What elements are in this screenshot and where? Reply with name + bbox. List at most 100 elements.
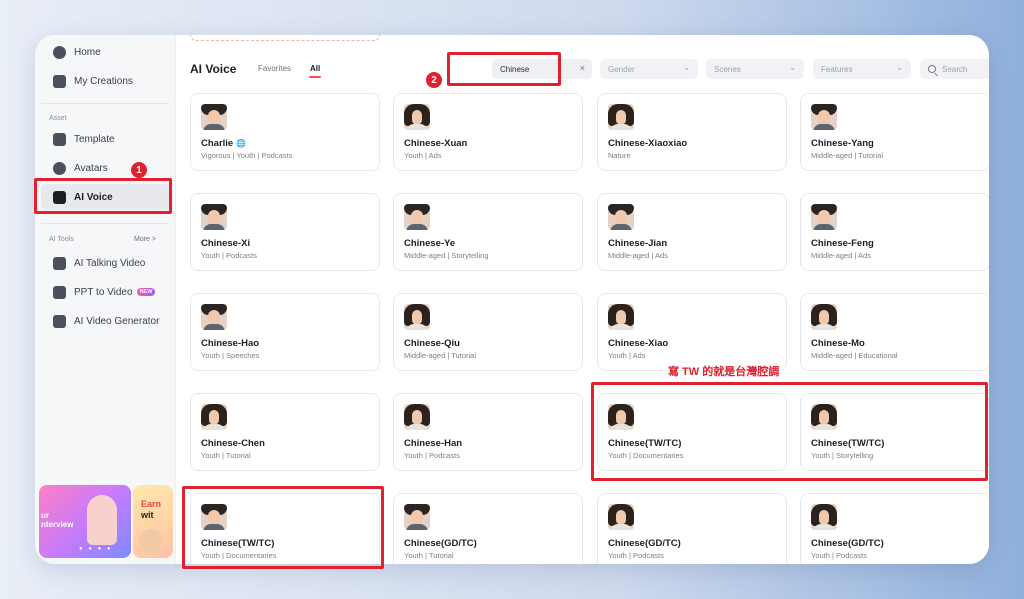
sidebar-item-label: Template <box>74 133 115 145</box>
avatar-face <box>208 310 220 325</box>
voice-name: Chinese-Feng <box>811 238 874 249</box>
voice-card[interactable]: Chinese-Hao Youth | Speeches <box>190 293 380 371</box>
search-icon <box>928 65 936 73</box>
voice-card[interactable]: Chinese-Xi Youth | Podcasts <box>190 193 380 271</box>
voice-avatar <box>404 104 430 130</box>
voice-tags: Youth | Podcasts <box>811 551 867 560</box>
voice-tags: Youth | Podcasts <box>201 251 257 260</box>
annotation-note: 寫 TW 的就是台灣腔調 <box>668 366 780 378</box>
avatar-face <box>818 110 830 125</box>
voice-name-text: Chinese-Qiu <box>404 338 460 349</box>
avatar-shirt <box>406 524 428 530</box>
voice-name: Chinese-Ye <box>404 238 455 249</box>
promo-banner[interactable]: ur nterview ● ● ● ● <box>39 485 131 558</box>
gender-select[interactable]: Gender ⌄ <box>600 59 698 79</box>
avatar-shirt <box>813 124 835 130</box>
sidebar-item-home[interactable]: Home <box>41 39 170 65</box>
features-placeholder: Features <box>821 64 853 74</box>
avatar-face <box>819 510 829 525</box>
tab-favorites[interactable]: Favorites <box>258 64 291 73</box>
avatar-face <box>208 110 220 125</box>
close-icon[interactable]: × <box>580 63 585 73</box>
voice-card[interactable]: Chinese-Yang Middle-aged | Tutorial <box>800 93 989 171</box>
avatar-face <box>616 510 626 525</box>
voice-avatar <box>404 404 430 430</box>
voice-name: Chinese-Hao <box>201 338 259 349</box>
voice-card[interactable]: Chinese-Feng Middle-aged | Ads <box>800 193 989 271</box>
tab-all[interactable]: All <box>310 64 320 73</box>
carousel-dots[interactable]: ● ● ● ● <box>79 546 113 552</box>
talking-video-icon <box>53 256 66 270</box>
section-label-ai-tools: AI Tools <box>49 236 74 243</box>
avatar-shirt <box>610 324 632 330</box>
voice-name-text: Chinese-Xuan <box>404 138 468 149</box>
voice-card[interactable]: Chinese-Han Youth | Podcasts <box>393 393 583 471</box>
voice-card[interactable]: Chinese-Jian Middle-aged | Ads <box>597 193 787 271</box>
voice-tags: Youth | Tutorial <box>201 451 251 460</box>
voice-card[interactable]: Chinese(GD/TC) Youth | Podcasts <box>800 493 989 564</box>
voice-tags: Youth | Podcasts <box>608 551 664 560</box>
avatar-icon <box>53 161 66 175</box>
voice-tags: Vigorous | Youth | Podcasts <box>201 151 293 160</box>
gender-placeholder: Gender <box>608 64 635 74</box>
search-input[interactable]: Search <box>920 59 989 79</box>
voice-name: Chinese(GD/TC) <box>404 538 477 549</box>
voice-card[interactable]: Chinese-Qiu Middle-aged | Tutorial <box>393 293 583 371</box>
voice-card[interactable]: Charlie 🌐 Vigorous | Youth | Podcasts <box>190 93 380 171</box>
home-icon <box>53 45 66 59</box>
avatar-shirt <box>406 224 428 230</box>
voice-name-text: Chinese-Chen <box>201 438 265 449</box>
avatar-face <box>209 410 219 425</box>
avatar-face <box>412 410 422 425</box>
voice-name: Charlie 🌐 <box>201 138 246 149</box>
voice-name: Chinese(GD/TC) <box>811 538 884 549</box>
sidebar-item-ppt-to-video[interactable]: PPT to Video NEW <box>41 279 170 305</box>
app-window: Home My Creations Asset Template Avatars… <box>35 35 989 564</box>
voice-name: Chinese-Chen <box>201 438 265 449</box>
step-badge-1: 1 <box>131 162 147 178</box>
voice-name: Chinese-Xi <box>201 238 250 249</box>
sidebar-item-label: My Creations <box>74 75 133 87</box>
voice-name-text: Chinese-Han <box>404 438 463 449</box>
sidebar-item-ai-video-generator[interactable]: AI Video Generator <box>41 308 170 334</box>
voice-avatar <box>811 504 837 530</box>
voice-card[interactable]: Chinese-Chen Youth | Tutorial <box>190 393 380 471</box>
voice-card[interactable]: Chinese-Xuan Youth | Ads <box>393 93 583 171</box>
avatar-shirt <box>610 224 632 230</box>
voice-card[interactable]: Chinese-Ye Middle-aged | Storytelling <box>393 193 583 271</box>
search-placeholder: Search <box>942 64 968 74</box>
sidebar-divider <box>41 223 169 224</box>
voice-card[interactable]: Chinese-Xiao Youth | Ads <box>597 293 787 371</box>
avatar-shirt <box>813 224 835 230</box>
voice-card[interactable]: Chinese-Xiaoxiao Nature <box>597 93 787 171</box>
promo-banner-secondary[interactable]: Earn wit <box>133 485 173 558</box>
sidebar-item-template[interactable]: Template <box>41 126 170 152</box>
sidebar: Home My Creations Asset Template Avatars… <box>35 35 176 564</box>
voice-name: Chinese-Yang <box>811 138 874 149</box>
voice-avatar <box>811 204 837 230</box>
voice-avatar <box>404 204 430 230</box>
voice-avatar <box>811 304 837 330</box>
voice-name-text: Chinese-Ye <box>404 238 456 249</box>
voice-name-text: Chinese-Yang <box>811 138 874 149</box>
voice-card[interactable]: Chinese(GD/TC) Youth | Podcasts <box>597 493 787 564</box>
voice-tags: Youth | Ads <box>404 151 442 160</box>
features-select[interactable]: Features ⌄ <box>813 59 911 79</box>
sidebar-item-ai-talking-video[interactable]: AI Talking Video <box>41 250 170 276</box>
voice-tags: Youth | Tutorial <box>404 551 454 560</box>
voice-name-text: Chinese(GD/TC) <box>608 538 681 549</box>
voice-card[interactable]: Chinese(GD/TC) Youth | Tutorial <box>393 493 583 564</box>
voice-avatar <box>201 404 227 430</box>
section-label-asset: Asset <box>49 115 67 122</box>
voice-tags: Youth | Ads <box>608 351 646 360</box>
scenes-select[interactable]: Scenes ⌄ <box>706 59 804 79</box>
voice-name-text: Chinese(GD/TC) <box>811 538 884 549</box>
avatar-shirt <box>203 224 225 230</box>
sidebar-item-my-creations[interactable]: My Creations <box>41 68 170 94</box>
voice-name-text: Chinese-Jian <box>608 238 668 249</box>
highlight-tw-card <box>182 486 384 569</box>
voice-card[interactable]: Chinese-Mo Middle-aged | Educational <box>800 293 989 371</box>
voice-tags: Middle-aged | Educational <box>811 351 898 360</box>
more-tools-link[interactable]: More > <box>134 236 156 243</box>
template-icon <box>53 132 66 146</box>
